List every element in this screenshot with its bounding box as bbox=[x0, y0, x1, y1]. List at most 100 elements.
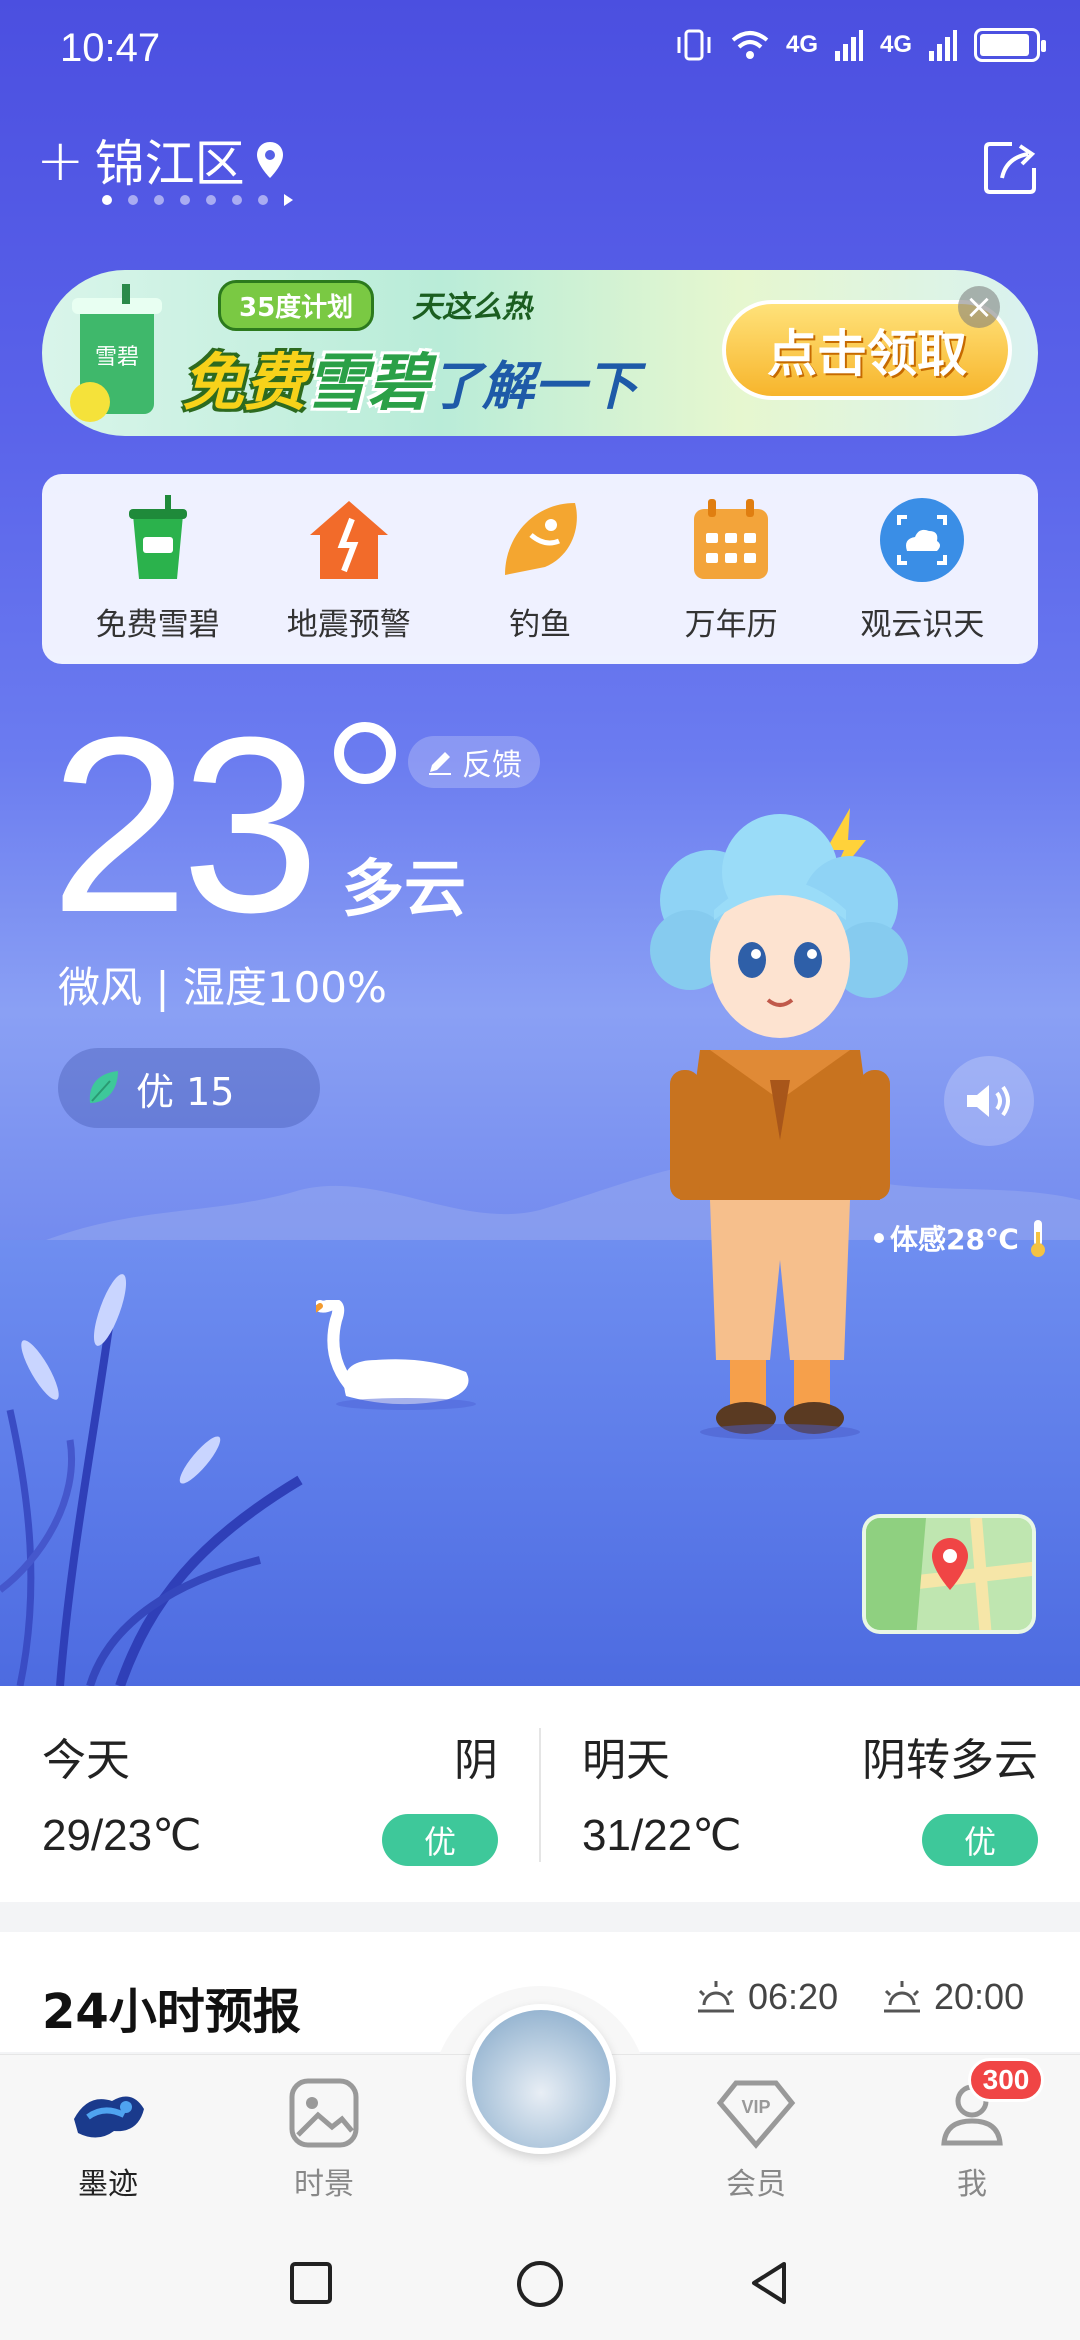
air-quality-value: 优 15 bbox=[136, 1069, 235, 1114]
banner-headline: 免费雪碧了解一下 bbox=[182, 332, 638, 422]
tab-label: 我 bbox=[957, 2167, 987, 2202]
thermometer-icon bbox=[1030, 1220, 1045, 1257]
notification-badge: 300 bbox=[968, 2058, 1044, 2102]
day-label: 明天 bbox=[582, 1735, 670, 1786]
banner-headline-brand: 雪碧 bbox=[306, 346, 431, 419]
weather-avatar-character[interactable] bbox=[630, 800, 930, 1440]
day-condition: 阴转多云 bbox=[862, 1735, 1038, 1786]
back-button[interactable] bbox=[744, 2258, 794, 2308]
day-temperature-range: 31/22℃ bbox=[582, 1811, 742, 1860]
leaf-icon bbox=[89, 1071, 118, 1103]
today-card[interactable]: 今天 阴 29/23℃ 优 bbox=[0, 1686, 540, 1902]
vip-text: VIP bbox=[741, 2097, 770, 2117]
page-indicator bbox=[102, 194, 293, 206]
tab-label: 会员 bbox=[726, 2167, 786, 2202]
quick-action-label: 观云识天 bbox=[860, 606, 985, 643]
page-dot bbox=[180, 195, 190, 205]
battery-icon bbox=[974, 28, 1046, 62]
banner-headline-more: 了解一下 bbox=[430, 357, 639, 417]
reeds-decoration bbox=[0, 1274, 303, 1686]
current-temperature: 23 bbox=[50, 685, 320, 964]
calendar-icon bbox=[694, 498, 769, 579]
tab-scenery[interactable]: 时景 bbox=[254, 2073, 394, 2203]
moji-logo-icon bbox=[74, 2096, 144, 2138]
quick-action-earthquake[interactable]: 地震预警 bbox=[264, 495, 434, 644]
vip-diamond-icon: VIP bbox=[716, 2080, 796, 2149]
sunset-time: 20:00 bbox=[934, 1976, 1025, 2017]
sunrise-icon bbox=[698, 1981, 734, 2013]
quick-action-cloud-id[interactable]: 观云识天 bbox=[837, 495, 1007, 644]
feedback-button[interactable]: 反馈 bbox=[408, 736, 540, 788]
close-banner-button[interactable]: × bbox=[958, 286, 1000, 328]
day-label: 今天 bbox=[42, 1735, 130, 1786]
banner-tag: 35度计划 bbox=[218, 280, 375, 331]
cloud-scan-icon bbox=[880, 497, 965, 582]
quick-action-calendar[interactable]: 万年历 bbox=[646, 495, 816, 644]
status-icons: 4G 4G bbox=[674, 28, 1046, 62]
feels-like-text: 体感28℃ bbox=[890, 1223, 1019, 1256]
vibrate-icon bbox=[677, 29, 711, 61]
page-dot bbox=[206, 195, 216, 205]
tab-label: 时景 bbox=[294, 2167, 354, 2202]
tomorrow-card[interactable]: 明天 阴转多云 31/22℃ 优 bbox=[540, 1686, 1080, 1902]
banner-headline-free: 免费 bbox=[182, 346, 307, 419]
location-pin-icon bbox=[256, 142, 283, 178]
quick-action-label: 地震预警 bbox=[286, 606, 411, 643]
image-icon bbox=[289, 2078, 359, 2148]
feels-like: 体感28℃ bbox=[874, 1218, 1051, 1258]
page-dot bbox=[128, 195, 138, 205]
feels-like-dot bbox=[874, 1233, 884, 1243]
map-thumbnail-icon bbox=[866, 1518, 1032, 1630]
battery-level bbox=[980, 34, 1029, 56]
section-title: 24小时预报 bbox=[42, 1984, 301, 2040]
tab-moji[interactable]: 墨迹 bbox=[38, 2073, 178, 2203]
location-bar: + 锦江区 bbox=[36, 124, 285, 196]
wind-humidity: 微风 | 湿度100% bbox=[58, 963, 387, 1012]
recent-apps-button[interactable] bbox=[286, 2258, 336, 2308]
banner-subtitle: 天这么热 bbox=[412, 290, 532, 325]
sprite-cup-icon bbox=[128, 494, 187, 579]
share-icon[interactable] bbox=[982, 138, 1040, 196]
page-dot bbox=[232, 195, 242, 205]
home-button[interactable] bbox=[514, 2258, 566, 2310]
page-dot bbox=[258, 195, 268, 205]
status-bar: 10:47 4G 4G bbox=[0, 0, 1080, 100]
weather-condition: 多云 bbox=[342, 852, 467, 925]
tab-label: 墨迹 bbox=[78, 2167, 138, 2202]
clock: 10:47 bbox=[60, 26, 161, 70]
city-name[interactable]: 锦江区 bbox=[95, 124, 245, 196]
air-quality-badge: 优 bbox=[922, 1814, 1038, 1866]
quick-action-label: 钓鱼 bbox=[508, 606, 571, 643]
page-dot bbox=[154, 195, 164, 205]
day-temperature-range: 29/23℃ bbox=[42, 1811, 202, 1860]
tab-vip[interactable]: VIP 会员 bbox=[686, 2073, 826, 2203]
day-condition: 阴 bbox=[454, 1735, 498, 1786]
promo-banner[interactable]: 雪碧 35度计划 天这么热 免费雪碧了解一下 点击领取 × bbox=[42, 270, 1038, 436]
signal-icon-1 bbox=[834, 30, 863, 61]
fish-icon bbox=[504, 502, 577, 575]
pencil-icon bbox=[429, 752, 451, 775]
air-quality-badge: 优 bbox=[382, 1814, 498, 1866]
page-dot bbox=[102, 195, 112, 205]
quick-action-free-sprite[interactable]: 免费雪碧 bbox=[73, 494, 243, 644]
page-more-arrow bbox=[284, 194, 293, 206]
wifi-icon bbox=[731, 31, 769, 59]
earthquake-house-icon bbox=[309, 500, 388, 579]
air-quality-pill[interactable]: 优 15 bbox=[58, 1048, 320, 1128]
sunset: 20:00 bbox=[880, 1976, 1024, 2018]
system-nav-bar bbox=[0, 2230, 1080, 2340]
weather-map-button[interactable] bbox=[862, 1514, 1036, 1634]
voice-broadcast-button[interactable] bbox=[944, 1056, 1034, 1146]
cup-brand-text: 雪碧 bbox=[95, 345, 139, 370]
add-city-button[interactable]: + bbox=[36, 131, 85, 189]
daily-summary: 今天 阴 29/23℃ 优 明天 阴转多云 31/22℃ 优 bbox=[0, 1686, 1080, 1902]
sprite-cup-illustration: 雪碧 bbox=[70, 284, 162, 422]
quick-action-label: 免费雪碧 bbox=[95, 606, 220, 643]
network-type-1: 4G bbox=[785, 31, 818, 58]
sunset-icon bbox=[884, 1981, 920, 2013]
sunrise: 06:20 bbox=[694, 1976, 838, 2018]
center-sky-button[interactable] bbox=[466, 2004, 616, 2154]
swan-decoration bbox=[316, 1300, 476, 1410]
quick-action-fishing[interactable]: 钓鱼 bbox=[455, 495, 625, 644]
feedback-label: 反馈 bbox=[462, 748, 522, 783]
